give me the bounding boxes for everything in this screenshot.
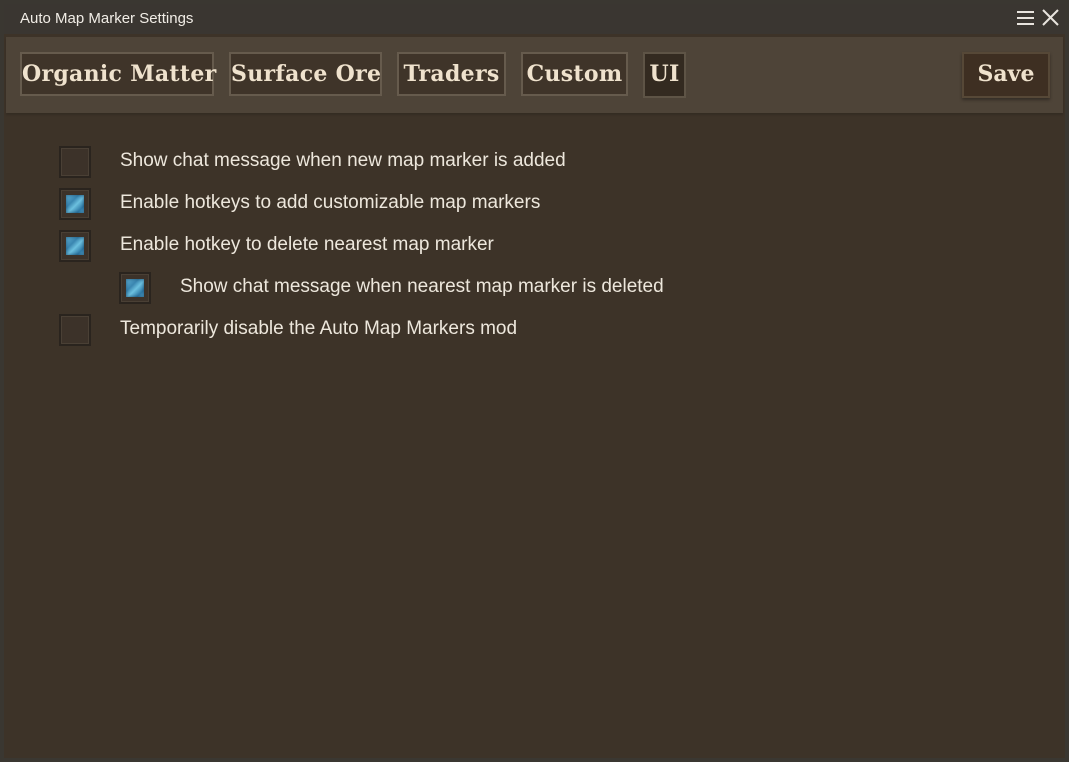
checkmark-icon <box>126 279 144 297</box>
title-bar[interactable]: Auto Map Marker Settings <box>4 4 1065 34</box>
tab-organic-matter[interactable]: Organic Matter <box>20 52 216 96</box>
tab-ui[interactable]: UI <box>643 52 686 98</box>
window-title: Auto Map Marker Settings <box>20 10 194 27</box>
tab-surface-ore[interactable]: Surface Ore <box>229 52 382 96</box>
tab-custom[interactable]: Custom <box>521 52 628 96</box>
option-label: Show chat message when nearest map marke… <box>180 276 664 297</box>
settings-window: Auto Map Marker Settings Organic Matter … <box>0 0 1069 762</box>
checkbox-enable-hotkey-delete[interactable] <box>59 230 91 262</box>
checkbox-disable-mod[interactable] <box>59 314 91 346</box>
save-button[interactable]: Save <box>962 52 1050 98</box>
tab-bar: Organic Matter Surface Ore Traders Custo… <box>6 37 1063 113</box>
option-label: Enable hotkeys to add customizable map m… <box>120 192 541 213</box>
checkbox-show-chat-deleted[interactable] <box>119 272 151 304</box>
checkbox-show-chat-added[interactable] <box>59 146 91 178</box>
hamburger-menu-icon[interactable] <box>1015 7 1037 29</box>
option-label: Show chat message when new map marker is… <box>120 150 566 171</box>
option-label: Temporarily disable the Auto Map Markers… <box>120 318 518 339</box>
tab-traders[interactable]: Traders <box>397 52 506 96</box>
checkmark-icon <box>66 195 84 213</box>
checkmark-icon <box>66 237 84 255</box>
option-label: Enable hotkey to delete nearest map mark… <box>120 234 494 255</box>
checkbox-enable-hotkeys-add[interactable] <box>59 188 91 220</box>
close-icon[interactable] <box>1040 7 1062 29</box>
